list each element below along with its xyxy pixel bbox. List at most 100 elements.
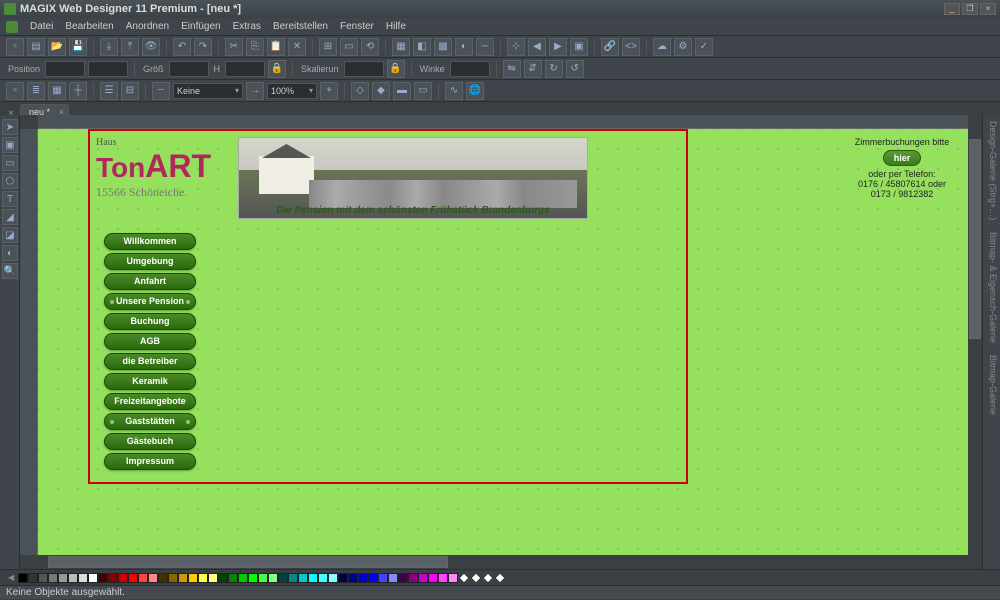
- link-icon[interactable]: 🔗: [601, 38, 619, 56]
- group-icon[interactable]: ▣: [570, 38, 588, 56]
- paste-icon[interactable]: 📋: [267, 38, 285, 56]
- hier-button[interactable]: hier: [883, 150, 922, 166]
- color-swatch[interactable]: [198, 573, 208, 583]
- photo-tool-icon[interactable]: ▣: [2, 137, 18, 153]
- rotate-ccw-icon[interactable]: ↺: [566, 60, 584, 78]
- banner-image[interactable]: Die Pension mit dem schönsten Frühstück …: [238, 137, 588, 219]
- scrollbar-thumb[interactable]: [969, 139, 981, 339]
- line-end-icon[interactable]: →: [246, 82, 264, 100]
- palette-option-icon[interactable]: [470, 572, 481, 583]
- color-swatch[interactable]: [408, 573, 418, 583]
- nav-gästebuch[interactable]: Gästebuch: [104, 433, 196, 450]
- minimize-button[interactable]: _: [944, 3, 960, 15]
- nav-freizeitangebote[interactable]: Freizeitangebote: [104, 393, 196, 410]
- line-icon[interactable]: ─: [476, 38, 494, 56]
- dash-icon[interactable]: ┄: [152, 82, 170, 100]
- shape4-icon[interactable]: ▭: [414, 82, 432, 100]
- nav-die-betreiber[interactable]: die Betreiber: [104, 353, 196, 370]
- lock-scale-icon[interactable]: 🔒: [387, 60, 405, 78]
- color-swatch[interactable]: [168, 573, 178, 583]
- maximize-button[interactable]: ❐: [962, 3, 978, 15]
- color-swatch[interactable]: [158, 573, 168, 583]
- color-swatch[interactable]: [288, 573, 298, 583]
- menu-anordnen[interactable]: Anordnen: [120, 21, 175, 32]
- color-swatch[interactable]: [98, 573, 108, 583]
- options-icon[interactable]: ⚙: [674, 38, 692, 56]
- angle-input[interactable]: [450, 61, 490, 77]
- publish-icon[interactable]: ☁: [653, 38, 671, 56]
- nav-willkommen[interactable]: Willkommen: [104, 233, 196, 250]
- menu-einfügen[interactable]: Einfügen: [175, 21, 226, 32]
- align-icon[interactable]: ☰: [100, 82, 118, 100]
- color-swatch[interactable]: [78, 573, 88, 583]
- nav-umgebung[interactable]: Umgebung: [104, 253, 196, 270]
- html-icon[interactable]: <>: [622, 38, 640, 56]
- menu-fenster[interactable]: Fenster: [334, 21, 380, 32]
- menu-hilfe[interactable]: Hilfe: [380, 21, 412, 32]
- arrow-left-icon[interactable]: ◀: [528, 38, 546, 56]
- width-input[interactable]: [169, 61, 209, 77]
- menu-bearbeiten[interactable]: Bearbeiten: [59, 21, 119, 32]
- scrollbar-thumb[interactable]: [48, 556, 448, 568]
- zoom-page-icon[interactable]: ▭: [340, 38, 358, 56]
- nav-impressum[interactable]: Impressum: [104, 453, 196, 470]
- site-logo[interactable]: Haus TonART 15566 Schöneiche.: [96, 137, 211, 200]
- palette-option-icon[interactable]: [482, 572, 493, 583]
- transparency-tool-icon[interactable]: ◐: [2, 245, 18, 261]
- shape-icon[interactable]: ◇: [351, 82, 369, 100]
- nav-keramik[interactable]: Keramik: [104, 373, 196, 390]
- rect-tool-icon[interactable]: ▭: [2, 155, 18, 171]
- gallery-icon[interactable]: ▦: [392, 38, 410, 56]
- menu-bereitstellen[interactable]: Bereitstellen: [267, 21, 334, 32]
- lock-aspect-icon[interactable]: 🔒: [268, 60, 286, 78]
- color-swatch[interactable]: [248, 573, 258, 583]
- panel-tab[interactable]: Bitmap- & Eigensch-Galerie: [988, 232, 998, 343]
- color-swatch[interactable]: [38, 573, 48, 583]
- color-swatch[interactable]: [178, 573, 188, 583]
- clipart-icon[interactable]: ◧: [413, 38, 431, 56]
- distribute-icon[interactable]: ⊟: [121, 82, 139, 100]
- color-swatch[interactable]: [118, 573, 128, 583]
- redo-icon[interactable]: ↷: [194, 38, 212, 56]
- zoom-select[interactable]: 100%: [267, 83, 317, 99]
- rotate-cw-icon[interactable]: ↻: [545, 60, 563, 78]
- color-swatch[interactable]: [318, 573, 328, 583]
- zoom-tool-icon[interactable]: 🔍: [2, 263, 18, 279]
- preview-icon[interactable]: 👁: [142, 38, 160, 56]
- line-style-select[interactable]: Keine: [173, 83, 243, 99]
- shape-tool-icon[interactable]: ⬠: [2, 173, 18, 189]
- export-icon[interactable]: ⤒: [121, 38, 139, 56]
- color-swatch[interactable]: [28, 573, 38, 583]
- selector-tool-icon[interactable]: ➤: [2, 119, 18, 135]
- color-swatch[interactable]: [238, 573, 248, 583]
- page-canvas[interactable]: Haus TonART 15566 Schöneiche. Die Pensio…: [38, 129, 968, 555]
- color-swatch[interactable]: [108, 573, 118, 583]
- fill-icon[interactable]: ◐: [455, 38, 473, 56]
- nav-anfahrt[interactable]: Anfahrt: [104, 273, 196, 290]
- color-swatch[interactable]: [328, 573, 338, 583]
- color-swatch[interactable]: [358, 573, 368, 583]
- palette-option-icon[interactable]: [458, 572, 469, 583]
- color-swatch[interactable]: [378, 573, 388, 583]
- color-swatch[interactable]: [268, 573, 278, 583]
- canvas[interactable]: Haus TonART 15566 Schöneiche. Die Pensio…: [20, 115, 982, 569]
- color-swatch[interactable]: [308, 573, 318, 583]
- color-swatch[interactable]: [228, 573, 238, 583]
- color-swatch[interactable]: [18, 573, 28, 583]
- nav-buchung[interactable]: Buchung: [104, 313, 196, 330]
- curve-icon[interactable]: ∿: [445, 82, 463, 100]
- scrollbar-horizontal[interactable]: [38, 555, 968, 569]
- scale-input[interactable]: [344, 61, 384, 77]
- www-icon[interactable]: 🌐: [466, 82, 484, 100]
- color-swatch[interactable]: [338, 573, 348, 583]
- nav-gaststätten[interactable]: Gaststätten: [104, 413, 196, 430]
- color-swatch[interactable]: [148, 573, 158, 583]
- color-swatch[interactable]: [348, 573, 358, 583]
- color-swatch[interactable]: [218, 573, 228, 583]
- pos-x-input[interactable]: [45, 61, 85, 77]
- close-button[interactable]: ×: [980, 3, 996, 15]
- layer-icon[interactable]: ≣: [27, 82, 45, 100]
- menu-extras[interactable]: Extras: [227, 21, 267, 32]
- open-icon[interactable]: 📂: [48, 38, 66, 56]
- arrow-right-icon[interactable]: ▶: [549, 38, 567, 56]
